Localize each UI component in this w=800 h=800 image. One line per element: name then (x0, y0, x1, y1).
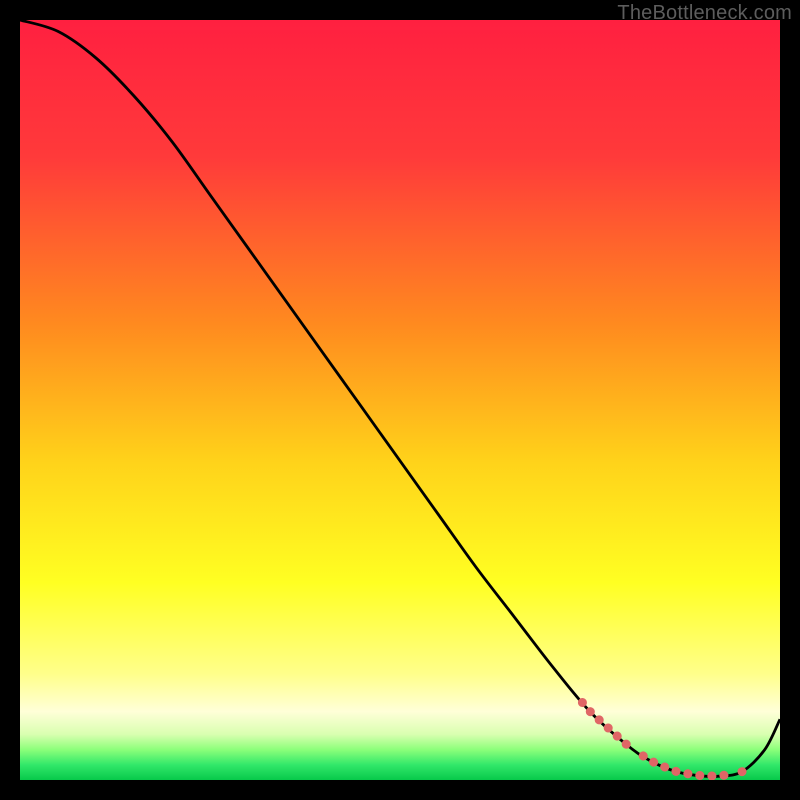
bottleneck-chart (20, 20, 780, 780)
chart-frame: TheBottleneck.com (0, 0, 800, 800)
gradient-background (20, 20, 780, 780)
watermark-text: TheBottleneck.com (617, 2, 792, 25)
